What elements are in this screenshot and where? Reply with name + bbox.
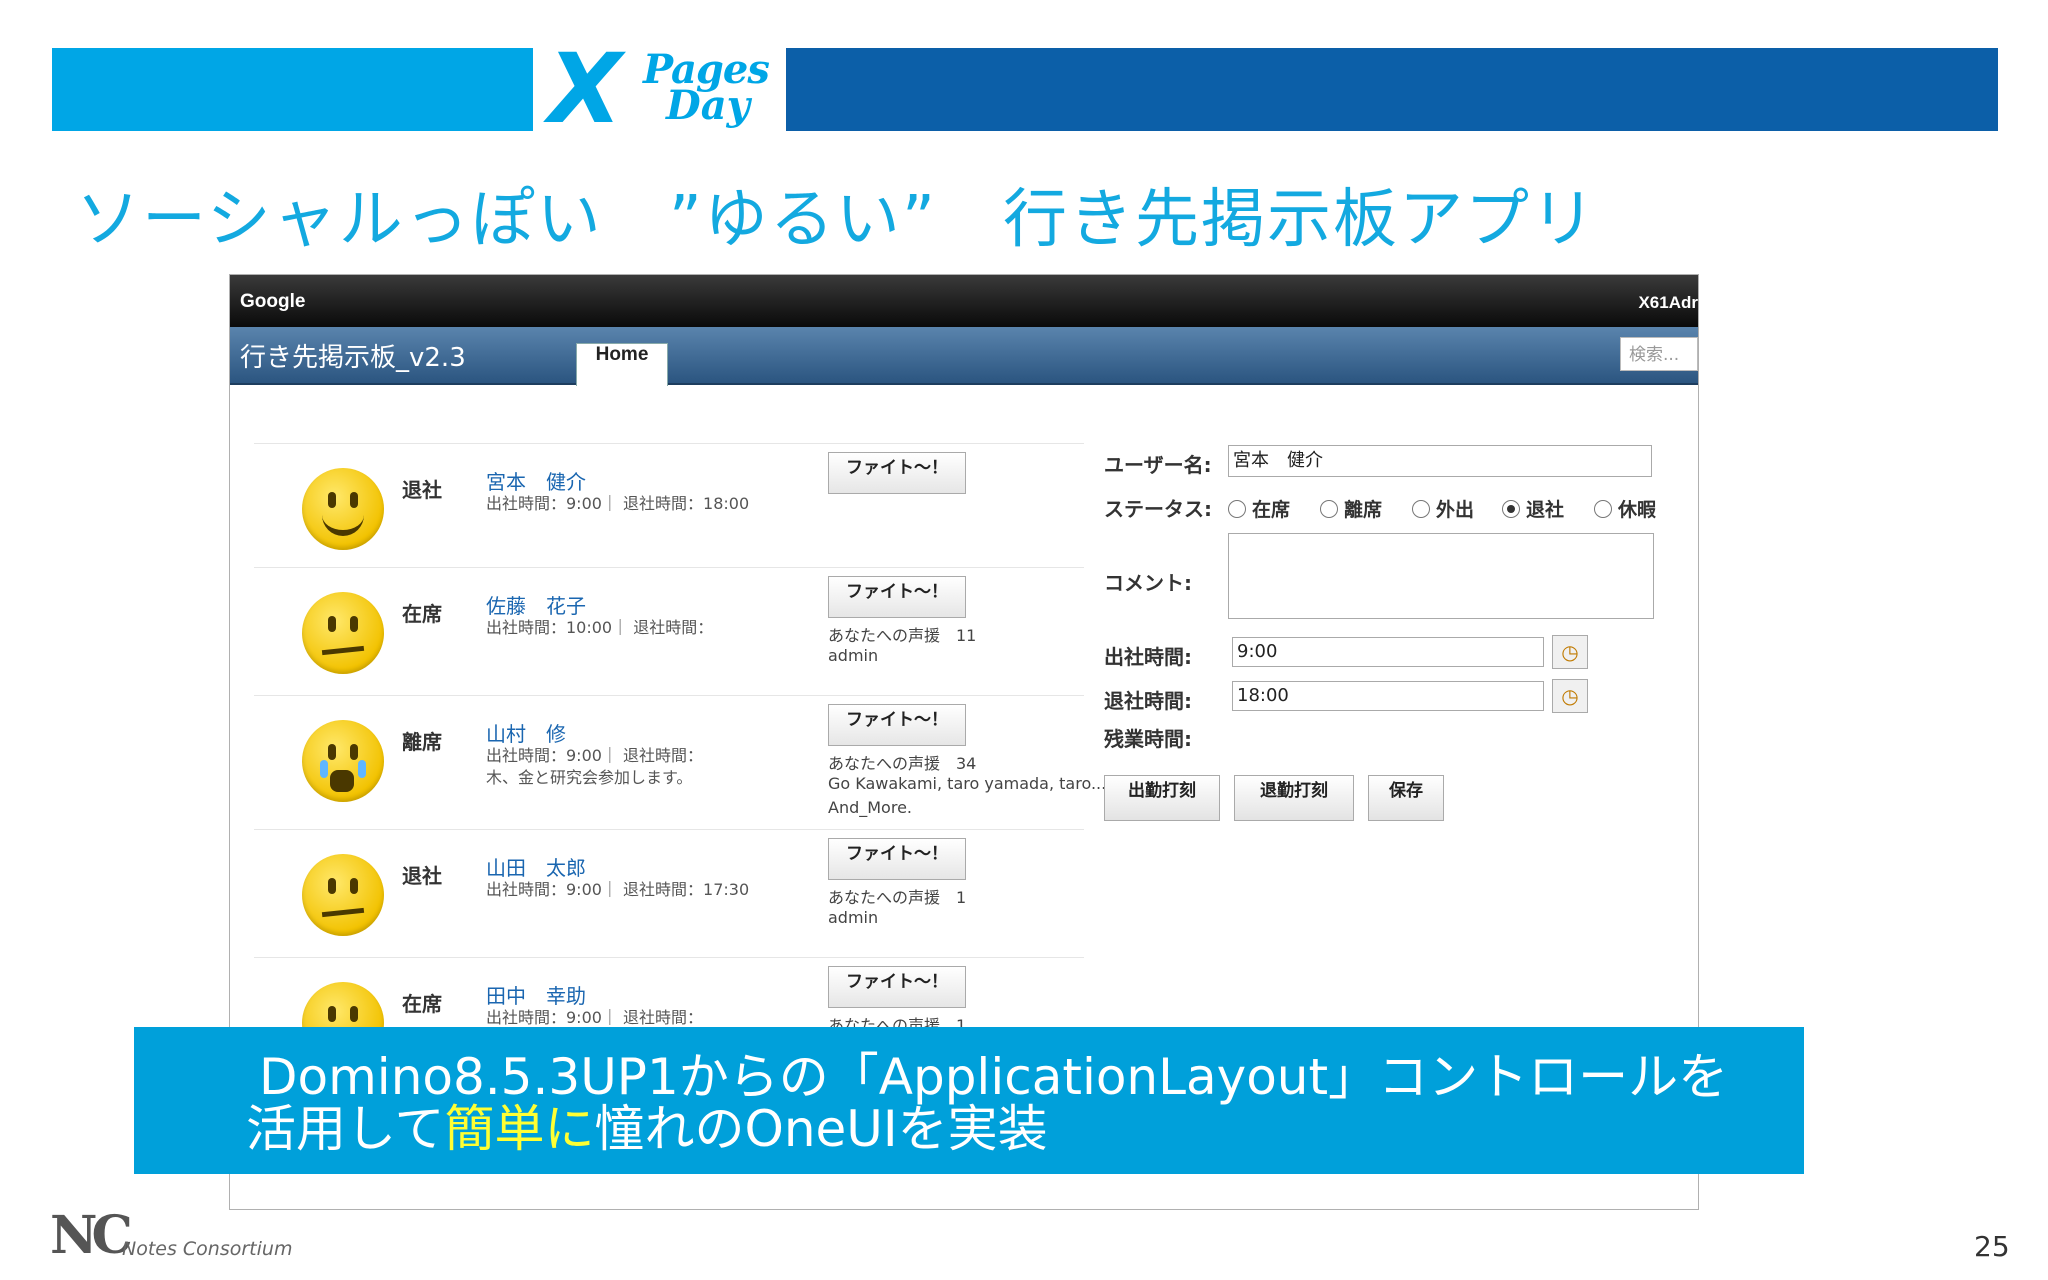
logo-x-mark: X bbox=[548, 33, 623, 145]
comment-textarea[interactable] bbox=[1228, 533, 1654, 619]
user-note: 木、金と研究会参加します。 bbox=[486, 768, 693, 787]
list-item: 退社 山田 太郎 出社時間：9:00｜ 退社時間：17:30 ファイト～！ あな… bbox=[254, 829, 1084, 958]
cheer-count: あなたへの声援 1 bbox=[828, 888, 967, 907]
crying-face-icon bbox=[302, 720, 384, 802]
app-title: 行き先掲示板_v2.3 bbox=[240, 343, 466, 373]
smile-face-icon bbox=[302, 468, 384, 550]
list-item: 在席 佐藤 花子 出社時間：10:00｜ 退社時間： ファイト～！ あなたへの声… bbox=[254, 567, 1084, 696]
fight-button[interactable]: ファイト～！ bbox=[828, 966, 966, 1008]
caption-box: Domino8.5.3UP1からの「ApplicationLayout」コントロ… bbox=[134, 1027, 1804, 1174]
fight-button[interactable]: ファイト～！ bbox=[828, 452, 966, 494]
clock-icon[interactable]: ◷ bbox=[1552, 679, 1588, 713]
status-radio-group: 在席 離席 外出 退社 休暇 bbox=[1228, 495, 1698, 525]
form-buttons: 出勤打刻 退勤打刻 保存 bbox=[1104, 775, 1464, 825]
user-name-label: ユーザー名: bbox=[1104, 453, 1212, 477]
fight-button[interactable]: ファイト～！ bbox=[828, 838, 966, 880]
in-time-label: 出社時間: bbox=[1104, 645, 1192, 669]
caption-line-2: 活用して簡単に憧れのOneUIを実装 bbox=[246, 1100, 1048, 1158]
clock-icon[interactable]: ◷ bbox=[1552, 635, 1588, 669]
in-time-field[interactable]: 9:00 bbox=[1232, 637, 1544, 667]
user-name-field[interactable]: 宮本 健介 bbox=[1228, 445, 1652, 477]
header-bar-right bbox=[786, 48, 1998, 131]
google-link[interactable]: Google bbox=[240, 291, 305, 313]
clock-out-button[interactable]: 退勤打刻 bbox=[1234, 775, 1354, 821]
caption-highlight: 簡単に bbox=[444, 1100, 595, 1158]
radio-status-in[interactable]: 在席 bbox=[1228, 495, 1290, 522]
cheer-names: admin bbox=[828, 908, 879, 927]
nc-logo-text: Notes Consortium bbox=[122, 1238, 293, 1260]
xpages-day-logo: X Pages Day bbox=[548, 33, 770, 145]
list-item: 離席 山村 修 出社時間：9:00｜ 退社時間： 木、金と研究会参加します。 フ… bbox=[254, 695, 1106, 824]
radio-status-out[interactable]: 外出 bbox=[1412, 495, 1474, 522]
radio-icon bbox=[1412, 500, 1430, 518]
logo-day-text: Day bbox=[666, 82, 750, 129]
header-bar-left bbox=[52, 48, 533, 131]
comment-label: コメント: bbox=[1104, 571, 1192, 595]
status-form: ユーザー名: 宮本 健介 ステータス: 在席 離席 外出 退社 休暇 コメント:… bbox=[1104, 445, 1694, 945]
fight-button[interactable]: ファイト～！ bbox=[828, 576, 966, 618]
search-input[interactable]: 検索... bbox=[1620, 337, 1698, 371]
radio-icon bbox=[1594, 500, 1612, 518]
neutral-face-icon bbox=[302, 854, 384, 936]
radio-status-left[interactable]: 退社 bbox=[1502, 495, 1564, 522]
out-time-label: 退社時間: bbox=[1104, 689, 1192, 713]
radio-icon bbox=[1320, 500, 1338, 518]
status-label: 退社 bbox=[402, 864, 442, 888]
nc-logo-mark: NC bbox=[50, 1205, 133, 1266]
app-banner: 行き先掲示板_v2.3 Home 検索... bbox=[230, 327, 1698, 386]
status-label: 在席 bbox=[402, 602, 442, 626]
notes-consortium-logo: NC Notes Consortium bbox=[50, 1205, 292, 1266]
time-info: 出社時間：9:00｜ 退社時間： bbox=[486, 1008, 704, 1027]
user-link[interactable]: X61Adr bbox=[1638, 293, 1698, 313]
time-info: 出社時間：9:00｜ 退社時間：18:00 bbox=[486, 494, 750, 513]
cheer-count: あなたへの声援 11 bbox=[828, 626, 977, 645]
radio-icon bbox=[1228, 500, 1246, 518]
status-label: 離席 bbox=[402, 730, 442, 754]
save-button[interactable]: 保存 bbox=[1368, 775, 1444, 821]
slide-title: ソーシャルっぽい ”ゆるい” 行き先掲示板アプリ bbox=[76, 183, 1598, 257]
time-info: 出社時間：9:00｜ 退社時間： bbox=[486, 746, 704, 765]
radio-status-holiday[interactable]: 休暇 bbox=[1594, 495, 1656, 522]
clock-in-button[interactable]: 出勤打刻 bbox=[1104, 775, 1220, 821]
page-number: 25 bbox=[1974, 1230, 2010, 1263]
status-label: ステータス: bbox=[1104, 497, 1212, 521]
time-info: 出社時間：9:00｜ 退社時間：17:30 bbox=[486, 880, 750, 899]
status-label: 在席 bbox=[402, 992, 442, 1016]
out-time-field[interactable]: 18:00 bbox=[1232, 681, 1544, 711]
neutral-face-icon bbox=[302, 592, 384, 674]
time-info: 出社時間：10:00｜ 退社時間： bbox=[486, 618, 714, 637]
cheer-names: Go Kawakami, taro yamada, taro... bbox=[828, 774, 1107, 793]
cheer-names: admin bbox=[828, 646, 879, 665]
overtime-label: 残業時間: bbox=[1104, 727, 1192, 751]
status-label: 退社 bbox=[402, 478, 442, 502]
radio-status-away[interactable]: 離席 bbox=[1320, 495, 1382, 522]
cheer-count: あなたへの声援 34 bbox=[828, 754, 977, 773]
fight-button[interactable]: ファイト～！ bbox=[828, 704, 966, 746]
cheer-more: And_More. bbox=[828, 798, 912, 817]
tab-home[interactable]: Home bbox=[576, 343, 668, 386]
radio-selected-icon bbox=[1502, 500, 1520, 518]
list-item: 退社 宮本 健介 出社時間：9:00｜ 退社時間：18:00 ファイト～！ bbox=[254, 443, 1084, 572]
app-topbar: Google X61Adr bbox=[230, 275, 1698, 327]
